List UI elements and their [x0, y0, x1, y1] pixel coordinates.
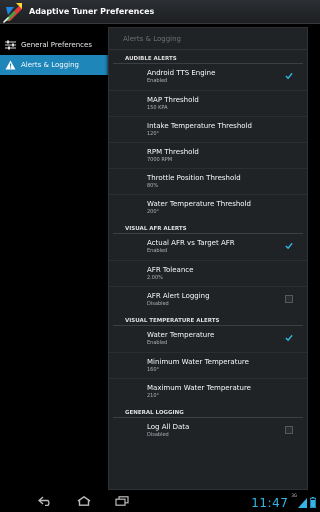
- pref-water-temperature[interactable]: Water Temperature Enabled: [109, 326, 307, 352]
- action-bar: Adaptive Tuner Preferences: [0, 0, 320, 24]
- pref-title: RPM Threshold: [147, 147, 199, 156]
- signal-type-label: 3G: [291, 493, 297, 498]
- pref-title: Maximum Water Temperature: [147, 383, 251, 392]
- app-title: Adaptive Tuner Preferences: [29, 7, 155, 16]
- pref-summary: 7000 RPM: [147, 156, 173, 163]
- pref-summary: 200°: [147, 208, 160, 215]
- breadcrumb: Alerts & Logging: [109, 28, 307, 50]
- pref-actual-afr-vs-target-afr[interactable]: Actual AFR vs Target AFR Enabled: [109, 234, 307, 260]
- pref-throttle-position-threshold[interactable]: Throttle Position Threshold 80%: [109, 168, 307, 194]
- pref-water-temperature-threshold[interactable]: Water Temperature Threshold 200°: [109, 194, 307, 220]
- sidebar-item-general-preferences[interactable]: General Preferences: [0, 35, 108, 55]
- pref-title: Log All Data: [147, 423, 190, 431]
- pref-title: AFR Toleance: [147, 265, 194, 274]
- pref-summary: Disabled: [147, 432, 169, 438]
- pref-summary: 150 KPA: [147, 104, 168, 111]
- pref-summary: Disabled: [147, 300, 169, 307]
- checkbox-checked[interactable]: [285, 242, 293, 250]
- pref-title: Water Temperature: [147, 331, 215, 339]
- system-navigation-bar: 11:47 3G: [0, 490, 320, 512]
- preferences-panel: Alerts & Logging AUDIBLE ALERTS Android …: [108, 27, 308, 490]
- home-icon[interactable]: [76, 495, 92, 507]
- pref-summary: 2.00%: [147, 274, 163, 281]
- pref-afr-alert-logging[interactable]: AFR Alert Logging Disabled: [109, 286, 307, 312]
- pref-title: Water Temperature Threshold: [147, 199, 251, 208]
- pref-summary: 210°: [147, 392, 160, 399]
- section-header-visual-temperature-alerts: VISUAL TEMPERATURE ALERTS: [113, 316, 303, 326]
- pref-map-threshold[interactable]: MAP Threshold 150 KPA: [109, 90, 307, 116]
- pref-android-tts-engine[interactable]: Android TTS Engine Enabled: [109, 64, 307, 90]
- pref-title: Throttle Position Threshold: [147, 173, 241, 182]
- sidebar-item-label: General Preferences: [21, 41, 92, 49]
- pref-title: Minimum Water Temperature: [147, 357, 249, 366]
- pref-title: AFR Alert Logging: [147, 291, 210, 300]
- warning-icon: [4, 59, 16, 71]
- pref-summary: 160°: [147, 366, 160, 373]
- pref-summary: 80%: [147, 182, 159, 189]
- pref-rpm-threshold[interactable]: RPM Threshold 7000 RPM: [109, 142, 307, 168]
- checkbox-unchecked[interactable]: [285, 426, 293, 434]
- pref-intake-temperature-threshold[interactable]: Intake Temperature Threshold 120°: [109, 116, 307, 142]
- recent-apps-icon[interactable]: [114, 495, 130, 507]
- pref-maximum-water-temperature[interactable]: Maximum Water Temperature 210°: [109, 378, 307, 404]
- sliders-icon: [4, 39, 16, 51]
- pref-title: MAP Threshold: [147, 95, 199, 104]
- sidebar-item-label: Alerts & Logging: [21, 61, 79, 69]
- pref-title: Intake Temperature Threshold: [147, 121, 252, 130]
- sidebar: General Preferences Alerts & Logging: [0, 24, 108, 490]
- section-header-audible-alerts: AUDIBLE ALERTS: [113, 54, 303, 64]
- sidebar-item-alerts-logging[interactable]: Alerts & Logging: [0, 55, 108, 75]
- pref-summary: 120°: [147, 130, 160, 137]
- checkbox-checked[interactable]: [285, 72, 293, 80]
- back-icon[interactable]: [38, 495, 54, 507]
- checkbox-checked[interactable]: [285, 334, 293, 342]
- checkbox-unchecked[interactable]: [285, 295, 293, 303]
- app-logo[interactable]: [2, 1, 24, 23]
- pref-summary: Enabled: [147, 78, 168, 84]
- pref-title: Android TTS Engine: [147, 69, 216, 77]
- section-header-visual-afr-alerts: VISUAL AFR ALERTS: [113, 224, 303, 234]
- pref-summary: Enabled: [147, 248, 168, 254]
- clock: 11:47: [251, 495, 289, 510]
- pref-log-all-data[interactable]: Log All Data Disabled: [109, 418, 307, 444]
- pref-afr-toleance[interactable]: AFR Toleance 2.00%: [109, 260, 307, 286]
- battery-icon: [309, 493, 317, 512]
- pref-summary: Enabled: [147, 340, 168, 346]
- pref-title: Actual AFR vs Target AFR: [147, 239, 235, 247]
- section-header-general-logging: GENERAL LOGGING: [113, 408, 303, 418]
- signal-icon: [298, 493, 307, 512]
- pref-minimum-water-temperature[interactable]: Minimum Water Temperature 160°: [109, 352, 307, 378]
- status-area[interactable]: 11:47 3G: [251, 493, 317, 512]
